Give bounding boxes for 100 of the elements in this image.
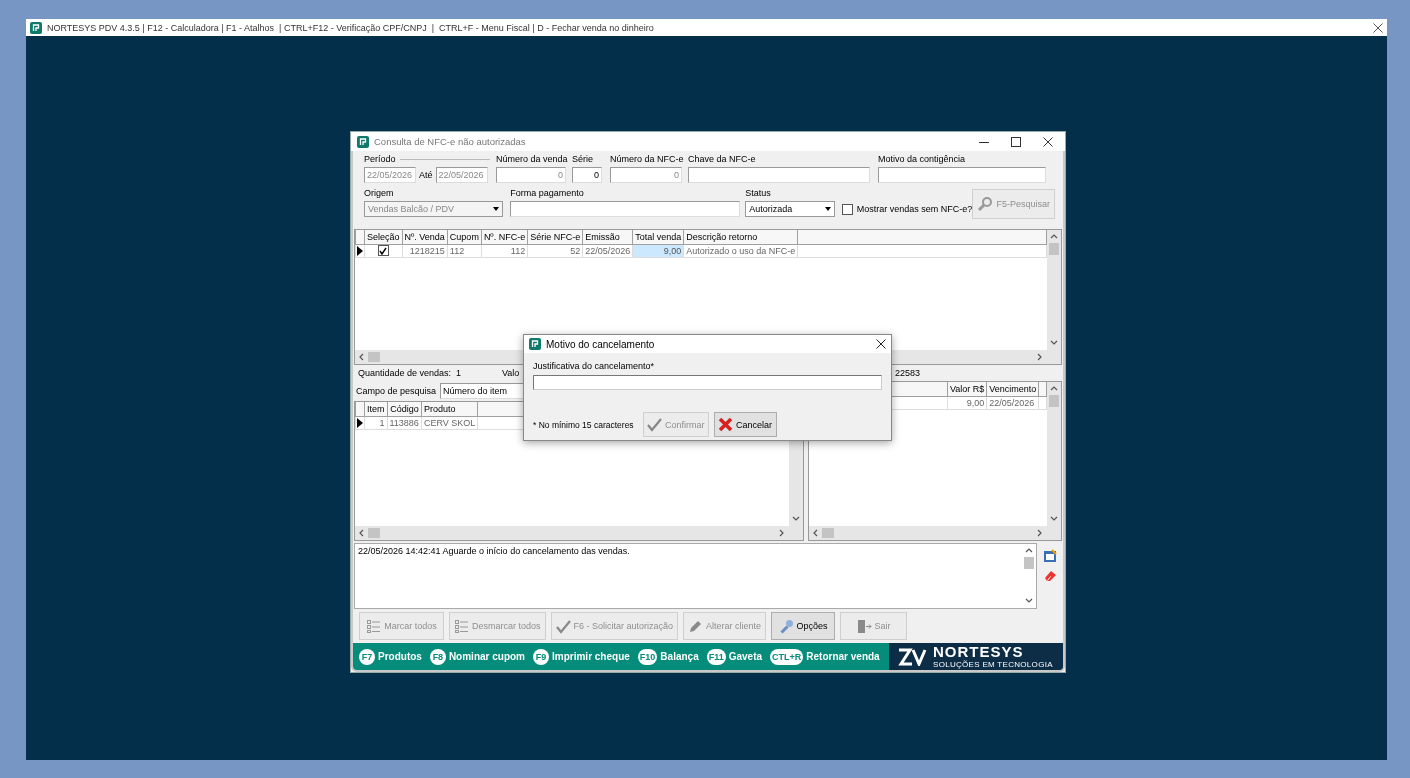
column-header[interactable]: Item bbox=[364, 402, 387, 417]
chevron-down-icon[interactable] bbox=[1050, 515, 1058, 523]
logo-tagline: SOLUÇÕES EM TECNOLOGIA bbox=[933, 660, 1053, 669]
chevron-down-icon[interactable] bbox=[792, 515, 800, 523]
column-header[interactable]: Vencimento bbox=[986, 382, 1039, 397]
column-header[interactable]: Código bbox=[387, 402, 422, 417]
field-label: Série bbox=[572, 153, 594, 165]
search-icon bbox=[977, 196, 994, 212]
cancel-button[interactable]: Cancelar bbox=[713, 412, 777, 437]
chevron-right-icon[interactable] bbox=[1036, 353, 1044, 361]
close-icon[interactable] bbox=[1373, 22, 1383, 33]
input-field[interactable] bbox=[688, 167, 870, 183]
checkbox[interactable] bbox=[377, 245, 389, 257]
caret-icon bbox=[492, 206, 501, 212]
chevron-down-icon[interactable] bbox=[1050, 339, 1058, 347]
close-icon[interactable] bbox=[876, 339, 886, 349]
scrollbar-thumb[interactable] bbox=[368, 352, 380, 362]
shortcut-label[interactable]: Nominar cupom bbox=[448, 651, 525, 662]
list-icon bbox=[454, 618, 469, 634]
wrench-icon bbox=[778, 618, 794, 634]
summary-text: Quantidade de vendas: 1 bbox=[358, 368, 463, 378]
field-label: Justificativa do cancelamento* bbox=[533, 360, 656, 372]
chevron-left-icon[interactable] bbox=[358, 529, 366, 537]
table-cell: 52 bbox=[527, 244, 583, 258]
list-icon bbox=[366, 618, 382, 634]
summary-text: 22583 bbox=[895, 368, 921, 378]
chevron-down-icon[interactable] bbox=[1025, 597, 1033, 605]
close-icon[interactable] bbox=[1043, 136, 1053, 147]
column-header[interactable]: Seleção bbox=[364, 230, 403, 245]
key-badge[interactable]: F7 bbox=[359, 648, 375, 665]
shortcut-label[interactable]: Gaveta bbox=[728, 651, 763, 662]
vertical-scrollbar[interactable] bbox=[1047, 382, 1061, 526]
shortcut-label[interactable]: Retornar venda bbox=[806, 651, 880, 662]
column-header[interactable]: Total venda bbox=[632, 230, 684, 245]
cross-icon bbox=[718, 417, 733, 432]
field-label: Forma pagamento bbox=[510, 187, 585, 199]
column-header[interactable]: Produto bbox=[421, 402, 478, 417]
input-field[interactable] bbox=[510, 201, 741, 217]
column-header[interactable]: Emissão bbox=[582, 230, 633, 245]
table-cell: 113886 bbox=[387, 416, 422, 430]
shortcut-label[interactable]: Produtos bbox=[378, 651, 422, 662]
eraser-icon[interactable] bbox=[1043, 568, 1057, 582]
calendar-icon[interactable] bbox=[1043, 549, 1057, 563]
check-icon bbox=[647, 417, 662, 432]
chevron-up-icon[interactable] bbox=[1050, 385, 1058, 393]
column-header[interactable]: Nº. Venda bbox=[402, 230, 448, 245]
chevron-right-icon[interactable] bbox=[778, 529, 786, 537]
field-label: Chave da NFC-e bbox=[688, 153, 757, 165]
shortcut-label[interactable]: Imprimir cheque bbox=[552, 651, 630, 662]
summary-text: Valo bbox=[502, 368, 520, 378]
scrollbar-thumb[interactable] bbox=[1049, 395, 1059, 407]
table-cell: 9,00 bbox=[947, 396, 987, 410]
input-field[interactable] bbox=[533, 375, 882, 390]
dialog-title: Motivo do cancelamento bbox=[546, 338, 656, 350]
scrollbar-thumb[interactable] bbox=[1049, 243, 1059, 255]
window-title: Consulta de NFC-e não autorizadas bbox=[374, 136, 527, 147]
chevron-up-icon[interactable] bbox=[1050, 233, 1058, 241]
caret-icon bbox=[823, 206, 832, 212]
input-field[interactable] bbox=[878, 167, 1046, 183]
table-cell: 22/05/2026 bbox=[582, 244, 633, 258]
checkbox-label: Mostrar vendas sem NFC-e? bbox=[856, 204, 973, 214]
scrollbar-thumb[interactable] bbox=[1024, 557, 1034, 569]
column-header[interactable]: Nº. NFC-e bbox=[481, 230, 528, 245]
vertical-scrollbar[interactable] bbox=[1047, 230, 1061, 350]
logo-name: NORTESYS bbox=[933, 644, 1025, 660]
column-header[interactable]: Série NFC-e bbox=[527, 230, 583, 245]
field-label: Número da venda bbox=[496, 153, 566, 165]
key-badge[interactable]: F10 bbox=[637, 648, 658, 665]
checkbox[interactable] bbox=[841, 203, 853, 215]
column-header[interactable]: Descrição retorno bbox=[683, 230, 798, 245]
key-badge[interactable]: F11 bbox=[706, 648, 726, 665]
column-header[interactable]: Cupom bbox=[447, 230, 482, 245]
app-logo-icon bbox=[529, 338, 541, 350]
scrollbar-thumb[interactable] bbox=[368, 528, 380, 538]
app-logo-icon bbox=[357, 135, 369, 148]
maximize-icon[interactable] bbox=[1011, 136, 1021, 147]
chevron-right-icon[interactable] bbox=[1036, 529, 1044, 537]
chevron-left-icon[interactable] bbox=[358, 353, 366, 361]
table-cell: CERV SKOL bbox=[421, 416, 478, 430]
table-cell: 112 bbox=[481, 244, 528, 258]
shortcut-label[interactable]: Balança bbox=[660, 651, 699, 662]
chevron-left-icon[interactable] bbox=[812, 529, 820, 537]
door-icon bbox=[856, 618, 872, 634]
horizontal-scrollbar[interactable] bbox=[809, 526, 1047, 540]
table-cell: 1 bbox=[364, 416, 387, 430]
dropdown[interactable]: Autorizada bbox=[745, 201, 835, 217]
input-field[interactable]: 0 bbox=[572, 167, 602, 183]
scrollbar-thumb[interactable] bbox=[822, 528, 834, 538]
chevron-up-icon[interactable] bbox=[1025, 547, 1033, 555]
options-button[interactable]: Opções bbox=[771, 612, 836, 640]
key-badge[interactable]: CTL+R bbox=[770, 648, 804, 665]
field-label: Origem bbox=[364, 187, 395, 199]
table-cell: 112 bbox=[447, 244, 482, 258]
column-header[interactable]: Valor R$ bbox=[947, 382, 987, 397]
key-badge[interactable]: F8 bbox=[429, 648, 446, 665]
key-badge[interactable]: F9 bbox=[533, 648, 549, 665]
field-label: Status bbox=[745, 187, 772, 199]
check-icon bbox=[555, 618, 571, 634]
group-label: Período bbox=[364, 153, 396, 165]
horizontal-scrollbar[interactable] bbox=[355, 526, 789, 540]
